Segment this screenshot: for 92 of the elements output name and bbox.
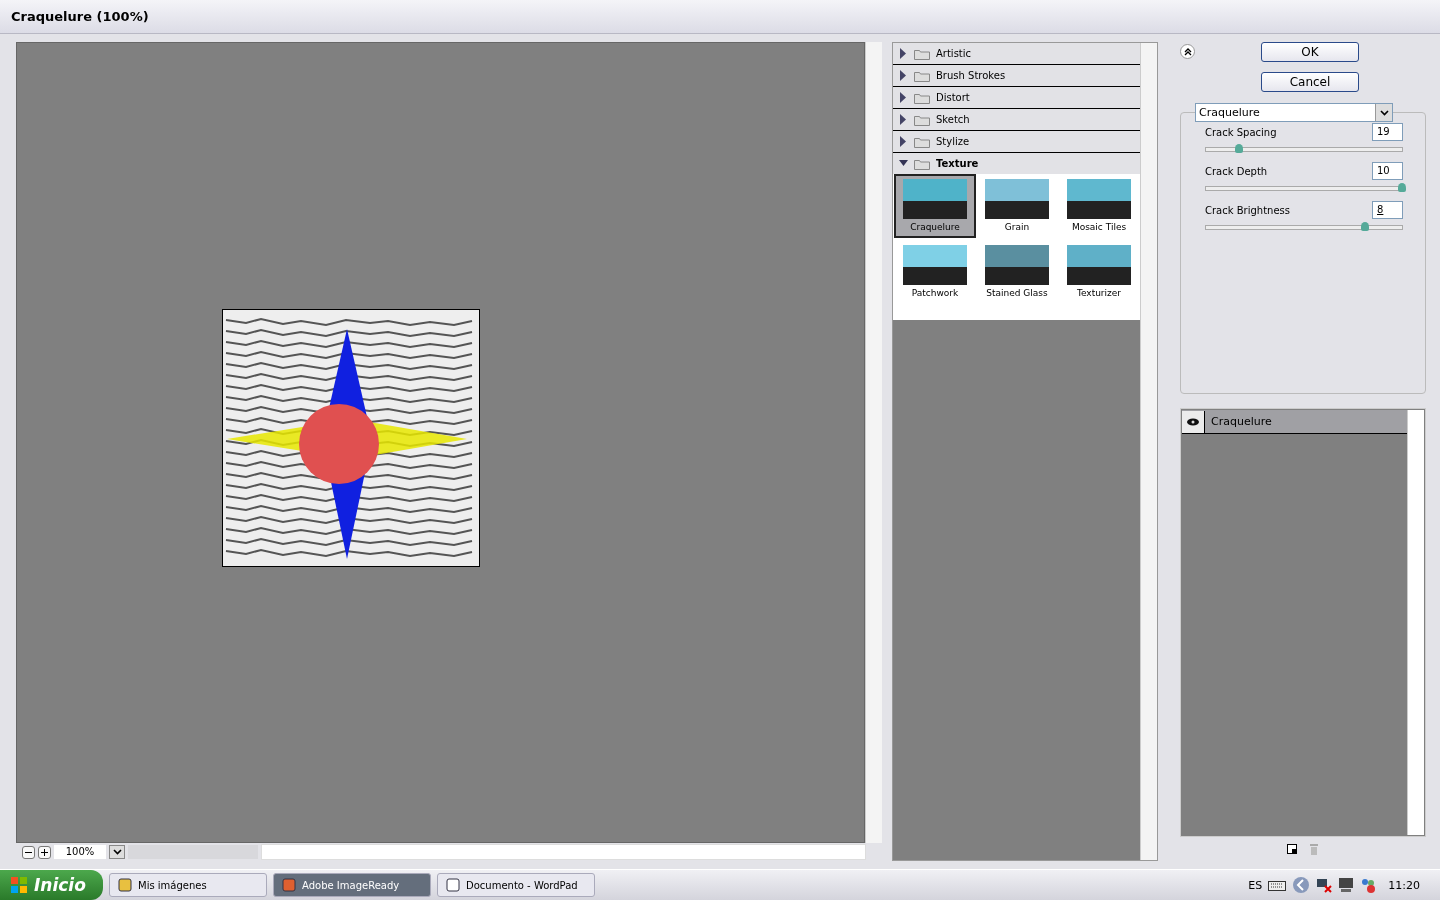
filter-label: Grain [1004, 222, 1030, 232]
filter-thumbnail[interactable]: Patchwork [894, 240, 976, 304]
filter-thumbnail[interactable]: Craquelure [894, 174, 976, 238]
visibility-toggle[interactable] [1182, 410, 1205, 433]
zoom-dropdown-button[interactable] [109, 845, 125, 859]
category-row[interactable]: Texture [893, 153, 1140, 174]
trash-icon[interactable] [1309, 843, 1319, 855]
taskbar-button[interactable]: Adobe ImageReady [273, 873, 431, 897]
slider-thumb[interactable] [1360, 222, 1369, 231]
category-label: Distort [936, 92, 970, 103]
network-error-icon [1316, 877, 1333, 893]
category-label: Sketch [936, 114, 970, 125]
triangle-down-icon [899, 158, 908, 169]
value-field[interactable]: 19 [1372, 123, 1403, 141]
category-label: Brush Strokes [936, 70, 1006, 81]
category-label: Artistic [936, 48, 972, 59]
chevron-left-icon[interactable] [1292, 876, 1311, 894]
scrollbar[interactable] [1407, 410, 1424, 835]
category-row[interactable]: Stylize [893, 131, 1140, 153]
thumbnail-picture [985, 245, 1049, 285]
thumbnail-picture [903, 245, 967, 285]
folder-icon [914, 91, 930, 104]
triangle-right-icon [899, 136, 908, 147]
folder-icon [914, 69, 930, 82]
taskbar-button[interactable]: Mis imágenes [109, 873, 267, 897]
app-icon [118, 878, 132, 892]
slider-thumb[interactable] [1398, 183, 1406, 192]
windows-logo-icon [10, 876, 28, 894]
zoom-field[interactable]: 100% [54, 845, 106, 859]
plus-icon [41, 848, 48, 856]
cancel-button[interactable]: Cancel [1261, 72, 1359, 92]
app-icon [446, 878, 460, 892]
double-chevron-up-icon [1183, 47, 1192, 56]
filter-thumbnail[interactable]: Texturizer [1058, 240, 1140, 304]
parameter-label: Crack Brightness [1205, 204, 1290, 216]
scrollbar[interactable] [865, 42, 882, 843]
parameter-label: Crack Depth [1205, 165, 1268, 177]
filter-thumbnail[interactable]: Grain [976, 174, 1058, 238]
thumbnail-picture [1067, 179, 1131, 219]
slider-track[interactable] [1205, 186, 1403, 191]
layer-label: Craquelure [1210, 415, 1272, 428]
value-field[interactable]: 8 [1372, 201, 1403, 219]
window-title: Craquelure (100%) [11, 9, 149, 24]
keyboard-icon[interactable] [1268, 879, 1287, 891]
new-layer-icon[interactable] [1287, 844, 1297, 854]
filter-label: Mosaic Tiles [1071, 222, 1127, 232]
thumbnail-picture [1067, 245, 1131, 285]
filter-thumbnail[interactable]: Stained Glass [976, 240, 1058, 304]
filter-thumbnail[interactable]: Mosaic Tiles [1058, 174, 1140, 238]
slider-track[interactable] [1205, 147, 1403, 152]
folder-icon [914, 113, 930, 126]
filter-label: Craquelure [910, 222, 960, 232]
start-button[interactable]: Inicio [0, 870, 103, 900]
clock: 11:20 [1388, 878, 1420, 892]
category-row[interactable]: Sketch [893, 109, 1140, 131]
slider-track[interactable] [1205, 225, 1403, 230]
ok-button[interactable]: OK [1261, 42, 1359, 62]
folder-icon [914, 157, 930, 170]
chevron-down-icon [1379, 109, 1389, 116]
folder-icon [914, 47, 930, 60]
triangle-right-icon [899, 114, 908, 125]
filter-label: Texturizer [1076, 288, 1122, 298]
users-icon [1360, 877, 1377, 893]
scrollbar[interactable] [261, 844, 866, 860]
value-field[interactable]: 10 [1372, 162, 1403, 180]
collapse-button[interactable] [1180, 44, 1195, 59]
filter-dropdown[interactable]: Craquelure [1195, 103, 1393, 122]
effect-layer-row[interactable]: Craquelure [1182, 410, 1407, 434]
zoom-out-button[interactable] [22, 845, 35, 859]
filter-label: Stained Glass [986, 288, 1048, 298]
parameter-label: Crack Spacing [1205, 126, 1277, 138]
zoom-in-button[interactable] [38, 845, 51, 859]
eye-icon [1187, 417, 1199, 426]
app-icon [282, 878, 296, 892]
category-row[interactable]: Distort [893, 87, 1140, 109]
category-label: Texture [936, 158, 979, 169]
category-row[interactable]: Artistic [893, 43, 1140, 65]
category-label: Stylize [936, 136, 970, 147]
taskbar-button[interactable]: Documento - WordPad [437, 873, 595, 897]
triangle-right-icon [899, 70, 908, 81]
thumbnail-picture [985, 179, 1049, 219]
language-indicator[interactable]: ES [1248, 878, 1263, 892]
triangle-right-icon [899, 92, 908, 103]
monitor-icon [1338, 877, 1355, 893]
triangle-right-icon [899, 48, 908, 59]
category-row[interactable]: Brush Strokes [893, 65, 1140, 87]
filter-label: Patchwork [911, 288, 959, 298]
thumbnail-picture [903, 179, 967, 219]
chevron-down-icon [112, 849, 122, 855]
scrollbar[interactable] [1140, 43, 1157, 860]
slider-thumb[interactable] [1235, 144, 1244, 153]
folder-icon [914, 135, 930, 148]
